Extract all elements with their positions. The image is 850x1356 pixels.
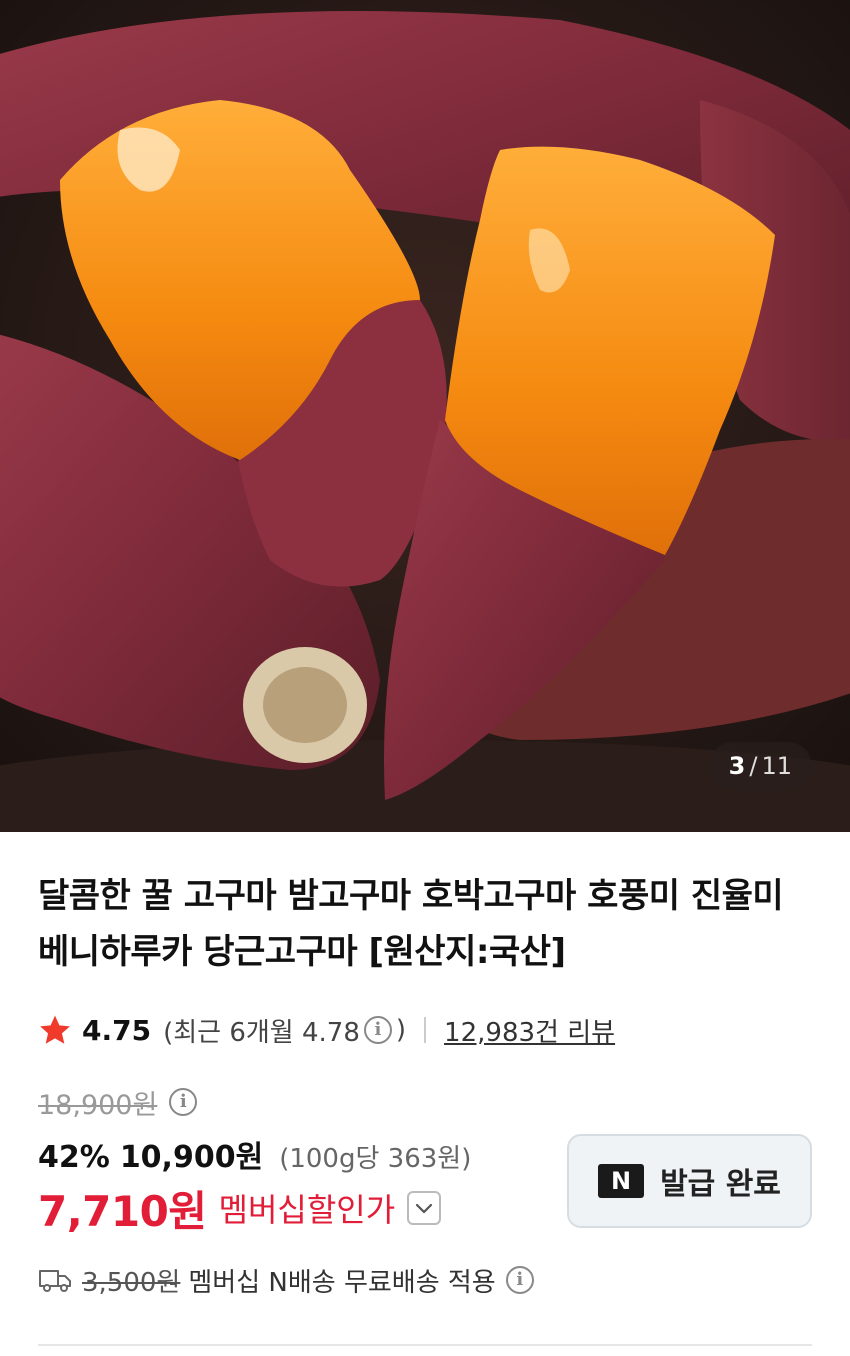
counter-separator: / bbox=[749, 752, 758, 780]
sale-price-row: 42% 10,900원 (100g당 363원) bbox=[38, 1132, 471, 1176]
total-image-count: 11 bbox=[761, 752, 792, 780]
recent-rating-close: ) bbox=[395, 1015, 407, 1045]
original-price: 18,900원 bbox=[38, 1089, 158, 1121]
rating-score: 4.75 bbox=[82, 1013, 152, 1047]
recent-rating-text: (최근 6개월 4.78 bbox=[163, 1017, 360, 1048]
sale-price: 10,900원 bbox=[119, 1140, 264, 1175]
current-image-index: 3 bbox=[728, 752, 746, 780]
price-info-icon[interactable]: i bbox=[169, 1088, 198, 1116]
truck-icon bbox=[39, 1270, 71, 1292]
rating-row: 4.75 (최근 6개월 4.78 i ) 12,983건 리뷰 bbox=[38, 1010, 615, 1050]
original-price-row: 18,900원 i bbox=[38, 1082, 201, 1122]
section-divider bbox=[38, 1344, 812, 1346]
product-title: 달콤한 꿀 고구마 밤고구마 호박고구마 호풍미 진율미 베니하루카 당근고구마… bbox=[38, 876, 784, 972]
product-info: 달콤한 꿀 고구마 밤고구마 호박고구마 호풍미 진율미 베니하루카 당근고구마… bbox=[0, 832, 850, 1356]
recent-rating: (최근 6개월 4.78 i ) bbox=[163, 1012, 406, 1049]
star-icon bbox=[40, 1015, 70, 1044]
naver-n-icon: N bbox=[598, 1164, 645, 1198]
discount-percent: 42% bbox=[38, 1140, 110, 1175]
review-count-link[interactable]: 12,983건 리뷰 bbox=[444, 1012, 615, 1049]
product-image-gallery[interactable]: 3 / 11 bbox=[0, 0, 850, 832]
sweet-potato-photo bbox=[0, 0, 850, 832]
shipping-row: 3,500원 멤버십 N배송 무료배송 적용 i bbox=[38, 1260, 538, 1300]
unit-price: (100g당 363원) bbox=[279, 1144, 472, 1174]
shipping-info-icon[interactable]: i bbox=[505, 1266, 534, 1294]
info-icon[interactable]: i bbox=[363, 1016, 392, 1044]
shipping-text: 멤버십 N배송 무료배송 적용 bbox=[188, 1267, 496, 1298]
member-price: 7,710원 bbox=[38, 1186, 207, 1236]
expand-member-price-button[interactable] bbox=[407, 1191, 442, 1225]
divider bbox=[424, 1017, 427, 1043]
chevron-down-icon bbox=[416, 1203, 433, 1214]
coupon-label: 발급 완료 bbox=[660, 1167, 781, 1202]
member-price-label: 멤버십할인가 bbox=[218, 1191, 396, 1229]
coupon-issued-button[interactable]: N 발급 완료 bbox=[567, 1134, 812, 1228]
member-price-row: 7,710원 멤버십할인가 bbox=[38, 1180, 442, 1236]
image-counter: 3 / 11 bbox=[708, 742, 812, 790]
shipping-original-fee: 3,500원 bbox=[82, 1267, 181, 1298]
